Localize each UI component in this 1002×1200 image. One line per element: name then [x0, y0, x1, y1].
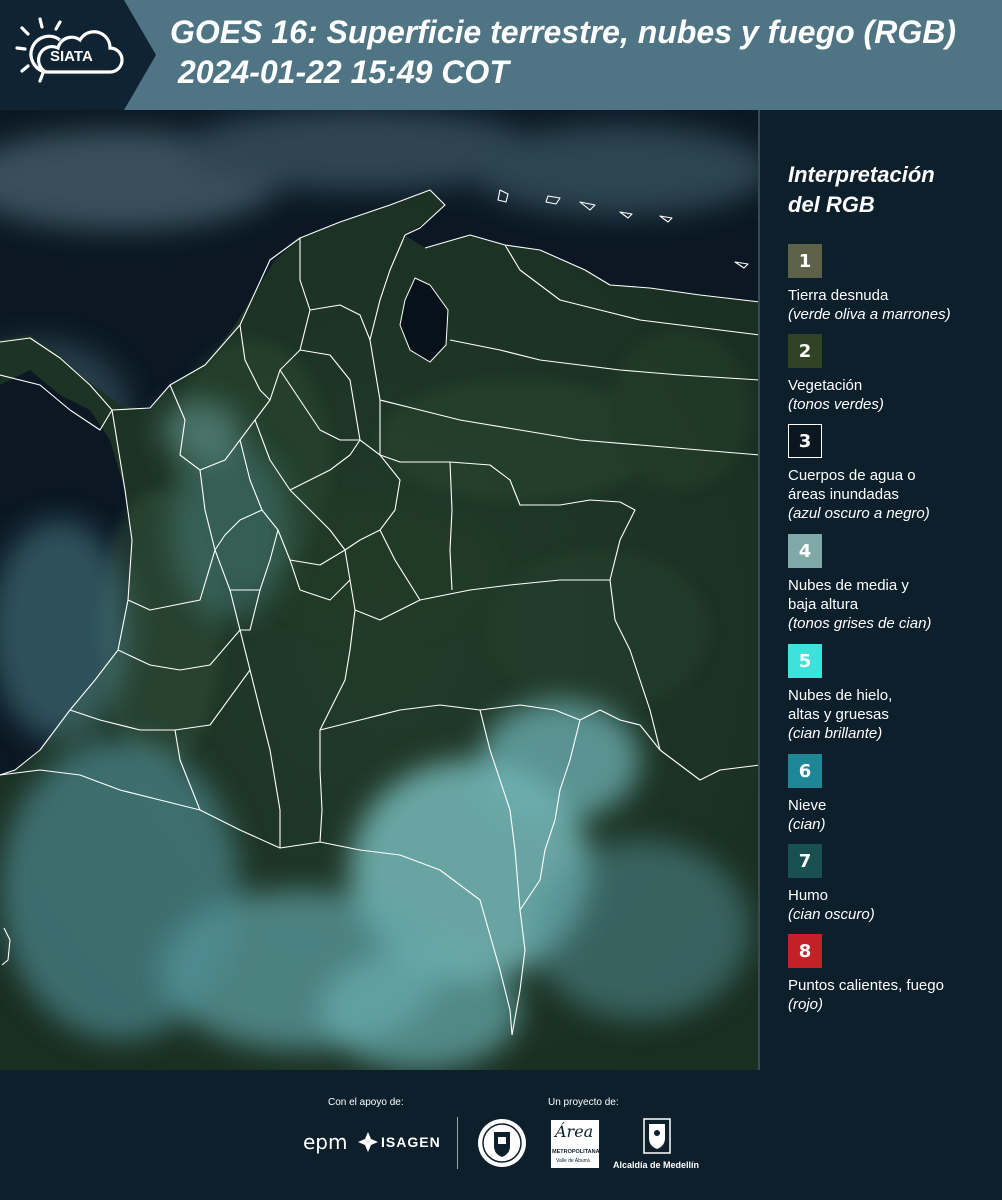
legend-item-snow: 6 Nieve (cian) — [788, 754, 998, 834]
rgb-legend: Interpretación del RGB 1 Tierra desnuda … — [788, 160, 998, 1013]
legend-label-line: Nubes de hielo, — [788, 687, 893, 704]
legend-sub: (cian) — [788, 816, 826, 833]
legend-sub: (azul oscuro a negro) — [788, 505, 930, 522]
legend-label: Cuerpos de agua o áreas inundadas — [788, 466, 998, 504]
footer: Con el apoyo de: Un proyecto de: epm ISA… — [0, 1070, 1002, 1200]
legend-swatch: 7 — [788, 844, 822, 878]
legend-label: Puntos calientes, fuego — [788, 977, 944, 994]
legend-item-vegetation: 2 Vegetación (tonos verdes) — [788, 334, 998, 414]
legend-title-line2: del RGB — [788, 192, 875, 217]
page-timestamp: 2024-01-22 15:49 COT — [178, 54, 509, 90]
legend-sub: (tonos grises de cian) — [788, 615, 932, 632]
area-metropolitana-logo[interactable]: Área METROPOLITANA Valle de Aburrá — [551, 1120, 600, 1168]
legend-label: Tierra desnuda — [788, 287, 889, 304]
epm-logo-text: epm — [303, 1130, 348, 1154]
footer-divider — [457, 1117, 458, 1169]
support-label: Con el apoyo de: — [328, 1097, 404, 1108]
legend-item-smoke: 7 Humo (cian oscuro) — [788, 844, 998, 924]
legend-sub: (verde oliva a marrones) — [788, 306, 951, 323]
legend-item-water: 3 Cuerpos de agua o áreas inundadas (azu… — [788, 424, 998, 523]
legend-swatch: 5 — [788, 644, 822, 678]
header: SIATA GOES 16: Superficie terrestre, nub… — [0, 0, 1002, 110]
legend-item-fire: 8 Puntos calientes, fuego (rojo) — [788, 934, 998, 1014]
legend-label-line: baja altura — [788, 596, 859, 613]
legend-label-line: Cuerpos de agua o — [788, 467, 916, 484]
legend-swatch: 4 — [788, 534, 822, 568]
legend-label: Nieve — [788, 797, 827, 814]
medellin-seal-icon[interactable] — [477, 1118, 527, 1168]
legend-item-mid-clouds: 4 Nubes de media y baja altura (tonos gr… — [788, 534, 998, 633]
area-metro-sub: METROPOLITANA — [552, 1149, 600, 1155]
legend-label-line: Nubes de media y — [788, 577, 909, 594]
siata-logo: SIATA — [15, 17, 124, 83]
legend-sub: (rojo) — [788, 996, 824, 1013]
legend-label-line: áreas inundadas — [788, 486, 899, 503]
legend-swatch: 2 — [788, 334, 822, 368]
legend-swatch: 8 — [788, 934, 822, 968]
logo-text: SIATA — [50, 48, 93, 65]
area-metro-sub2: Valle de Aburrá — [556, 1158, 590, 1164]
legend-swatch: 3 — [788, 424, 822, 458]
satellite-map[interactable] — [0, 110, 760, 1070]
legend-label: Humo — [788, 887, 829, 904]
isagen-logo[interactable]: ISAGEN — [381, 1134, 441, 1150]
legend-sub: (tonos verdes) — [788, 396, 884, 413]
alcaldia-shield-icon — [643, 1118, 671, 1154]
legend-label: Nubes de media y baja altura — [788, 576, 998, 614]
page-title: GOES 16: Superficie terrestre, nubes y f… — [170, 14, 956, 50]
map-canvas — [0, 110, 758, 1070]
legend-title: Interpretación del RGB — [788, 160, 998, 220]
legend-swatch: 6 — [788, 754, 822, 788]
legend-item-ice-clouds: 5 Nubes de hielo, altas y gruesas (cian … — [788, 644, 998, 743]
area-metro-text: Área — [555, 1122, 594, 1141]
epm-logo[interactable]: epm — [303, 1130, 347, 1154]
legend-title-line1: Interpretación — [788, 162, 935, 187]
project-label: Un proyecto de: — [548, 1097, 619, 1108]
isagen-icon — [358, 1132, 378, 1152]
legend-item-bare-soil: 1 Tierra desnuda (verde oliva a marrones… — [788, 244, 998, 324]
legend-label: Nubes de hielo, altas y gruesas — [788, 686, 998, 724]
alcaldia-logo[interactable]: Alcaldía de Medellín — [613, 1160, 699, 1170]
legend-swatch: 1 — [788, 244, 822, 278]
legend-label: Vegetación — [788, 377, 863, 394]
legend-sub: (cian oscuro) — [788, 906, 875, 923]
legend-sub: (cian brillante) — [788, 725, 883, 742]
legend-label-line: altas y gruesas — [788, 706, 889, 723]
